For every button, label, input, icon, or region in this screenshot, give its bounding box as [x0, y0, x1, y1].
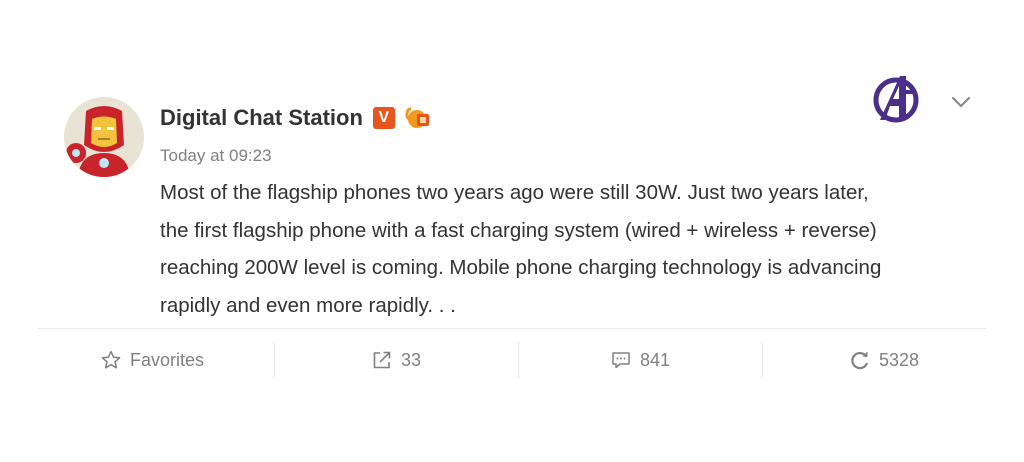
post-body-line: Most of the flagship phones two years ag… — [160, 181, 869, 204]
post-timestamp[interactable]: Today at 09:23 — [160, 146, 272, 166]
repost-count: 33 — [400, 349, 422, 370]
iron-man-avatar-icon — [64, 97, 144, 177]
member-level-icon[interactable] — [403, 105, 433, 131]
divider — [38, 328, 986, 329]
avatar[interactable] — [64, 97, 144, 177]
comment-icon — [610, 349, 632, 371]
post-body-line: reaching 200W level is coming. Mobile ph… — [160, 256, 882, 279]
refresh-like-icon — [849, 349, 871, 371]
author-name[interactable]: Digital Chat Station — [160, 105, 363, 131]
like-button[interactable]: 5328 — [762, 340, 1006, 380]
share-icon — [371, 349, 393, 371]
post-body: Most of the flagship phones two years ag… — [160, 174, 990, 324]
chevron-down-icon[interactable] — [950, 93, 972, 111]
post-body-line: rapidly and even more rapidly. . . — [160, 293, 456, 317]
repost-button[interactable]: 33 — [274, 340, 518, 380]
weibo-post-card: Digital Chat Station V Today at 09:23 Mo… — [0, 0, 1024, 462]
author-row: Digital Chat Station V — [160, 104, 433, 132]
favorites-button[interactable]: Favorites — [30, 340, 274, 380]
comment-button[interactable]: 841 — [518, 340, 762, 380]
star-icon — [100, 349, 122, 371]
comment-count: 841 — [639, 349, 671, 370]
avengers-logo-icon — [868, 70, 924, 126]
action-bar: Favorites 33 841 5328 — [30, 340, 1006, 380]
post-body-line: the first flagship phone with a fast cha… — [160, 218, 877, 242]
verified-badge-icon[interactable]: V — [372, 107, 395, 129]
like-count: 5328 — [878, 349, 920, 370]
favorites-label: Favorites — [129, 349, 205, 370]
